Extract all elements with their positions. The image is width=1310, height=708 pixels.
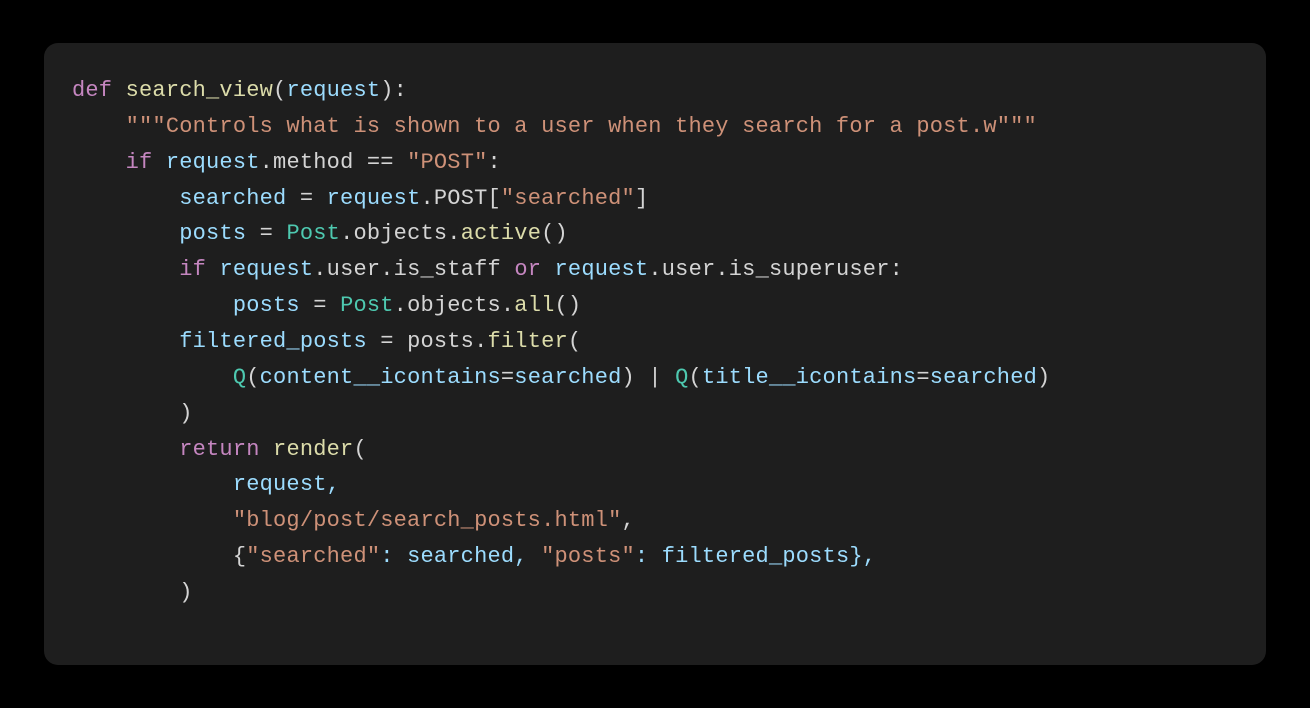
token-pn: ) <box>1037 365 1050 390</box>
token-pn: ): <box>380 78 407 103</box>
token-kw: def <box>72 78 126 103</box>
token-str: "searched" <box>246 544 380 569</box>
token-str: "blog/post/search_posts.html" <box>233 508 622 533</box>
token-pn: ( <box>246 365 259 390</box>
token-par: searched <box>514 365 621 390</box>
token-par: request, <box>72 472 340 497</box>
token-pn: ] <box>635 186 648 211</box>
token-pn: ) <box>72 580 193 605</box>
token-kw: if <box>179 257 219 282</box>
token-pn: ( <box>568 329 581 354</box>
token-fn: search_view <box>126 78 273 103</box>
token-kw: return <box>179 437 273 462</box>
token-op: == <box>367 150 407 175</box>
token-pn: : <box>488 150 501 175</box>
token-kw: if <box>126 150 166 175</box>
token-fn: active <box>461 221 541 246</box>
token-pn: ) | <box>622 365 676 390</box>
token-prop: .method <box>260 150 367 175</box>
token-prop: .user.is_staff <box>313 257 514 282</box>
token-cls: Post <box>340 293 394 318</box>
token-str: "searched" <box>501 186 635 211</box>
token-pn: { <box>72 544 246 569</box>
token-cls: Post <box>286 221 340 246</box>
token-op: = <box>313 293 340 318</box>
token-par: posts <box>72 221 260 246</box>
token-par: filtered_posts <box>72 329 380 354</box>
token-pn <box>72 508 233 533</box>
token-pn <box>72 257 179 282</box>
token-par: request <box>286 78 380 103</box>
token-par: posts <box>72 293 313 318</box>
token-prop: .objects. <box>394 293 515 318</box>
token-par: request <box>327 186 421 211</box>
token-pn: , <box>622 508 635 533</box>
token-pn: () <box>541 221 568 246</box>
token-par: : searched, <box>380 544 541 569</box>
token-str: """Controls what is shown to a user when… <box>126 114 1037 139</box>
token-op: = <box>380 329 407 354</box>
token-par: searched <box>72 186 300 211</box>
token-kw: or <box>514 257 554 282</box>
token-op: = <box>300 186 327 211</box>
token-op: = <box>501 365 514 390</box>
token-pn: ( <box>273 78 286 103</box>
token-par: request <box>219 257 313 282</box>
token-fn: render <box>273 437 353 462</box>
token-cls: Q <box>675 365 688 390</box>
token-pn: () <box>555 293 582 318</box>
token-pn <box>72 437 179 462</box>
code-block: def search_view(request): """Controls wh… <box>72 73 1238 611</box>
token-cls: Q <box>233 365 246 390</box>
token-str: "posts" <box>541 544 635 569</box>
token-prop: posts. <box>407 329 487 354</box>
token-fn: filter <box>487 329 567 354</box>
token-prop: .objects. <box>340 221 461 246</box>
token-pn <box>72 150 126 175</box>
token-par: searched <box>930 365 1037 390</box>
token-pn <box>72 114 126 139</box>
code-snippet-container: def search_view(request): """Controls wh… <box>44 43 1266 665</box>
token-prop: .POST[ <box>420 186 500 211</box>
token-prop: .user.is_superuser: <box>648 257 903 282</box>
token-par: request <box>555 257 649 282</box>
token-par: title__icontains <box>702 365 916 390</box>
token-fn: all <box>514 293 554 318</box>
token-str: "POST" <box>407 150 487 175</box>
token-op: = <box>260 221 287 246</box>
token-pn: ( <box>689 365 702 390</box>
token-pn: ( <box>353 437 366 462</box>
token-par: content__icontains <box>260 365 501 390</box>
token-pn <box>72 365 233 390</box>
token-par: request <box>166 150 260 175</box>
token-pn: ) <box>72 401 193 426</box>
token-par: : filtered_posts}, <box>635 544 876 569</box>
token-op: = <box>916 365 929 390</box>
